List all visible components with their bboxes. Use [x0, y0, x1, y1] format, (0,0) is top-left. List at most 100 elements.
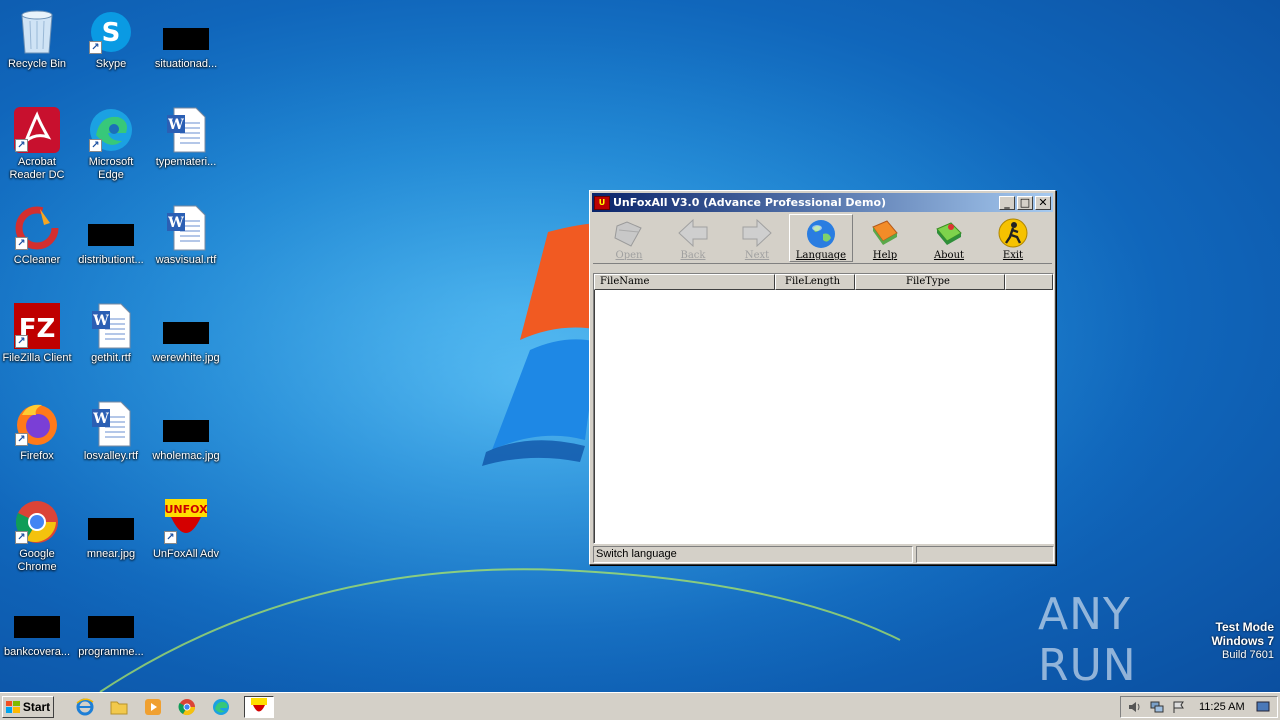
close-button[interactable]: ✕ [1035, 195, 1051, 210]
edge-icon: ↗ [87, 106, 135, 154]
folder-icon[interactable] [108, 696, 130, 718]
network-icon[interactable] [1149, 700, 1165, 714]
desktop-icon-recycle-bin[interactable]: Recycle Bin [0, 4, 74, 94]
column-header-filename[interactable]: FileName [594, 274, 775, 290]
desktop-icon-label: werewhite.jpg [152, 352, 220, 364]
desktop-icon-wasvisual[interactable]: W wasvisual.rtf [149, 200, 223, 290]
acrobat-icon: ↗ [13, 106, 61, 154]
exit-button[interactable]: Exit [981, 214, 1045, 262]
shortcut-arrow-icon: ↗ [89, 41, 102, 54]
desktop-icon-label: gethit.rtf [91, 352, 131, 364]
desktop-icon-unfoxall[interactable]: UNFOX ↗ UnFoxAll Adv [149, 494, 223, 584]
desktop-icon-losvalley[interactable]: W losvalley.rtf [74, 396, 148, 486]
toolbar: Open Back Next Language Help About Exit [593, 214, 1052, 264]
unfox-icon: UNFOX ↗ [162, 498, 210, 546]
desktop-icon-label: FileZilla Client [2, 352, 72, 364]
start-button[interactable]: Start [2, 695, 54, 718]
show-desktop-icon[interactable] [1255, 700, 1271, 714]
help-label: Help [872, 250, 898, 261]
speaker-icon[interactable] [1127, 700, 1143, 714]
windows-watermark: Test Mode Windows 7 Build 7601 [1211, 620, 1274, 662]
file-list[interactable]: FileName FileLength FileType [593, 273, 1054, 544]
image-thumbnail-icon [162, 8, 210, 56]
watermark-line3: Build 7601 [1222, 649, 1274, 661]
desktop-icon-distributiont[interactable]: distributiont... [74, 200, 148, 290]
desktop-icon-firefox[interactable]: ↗ Firefox [0, 396, 74, 486]
internet-explorer-icon[interactable] [74, 696, 96, 718]
language-button[interactable]: Language [789, 214, 853, 262]
open-folder-icon [611, 216, 647, 250]
image-thumbnail-icon [162, 400, 210, 448]
desktop-icon-acrobat[interactable]: ↗ Acrobat Reader DC [0, 102, 74, 192]
chrome-icon: ↗ [13, 498, 61, 546]
globe-icon [803, 217, 839, 250]
shortcut-arrow-icon: ↗ [15, 237, 28, 250]
desktop-icon-ccleaner[interactable]: ↗ CCleaner [0, 200, 74, 290]
about-label: About [933, 250, 965, 261]
next-label: Next [744, 250, 770, 261]
media-player-icon[interactable] [142, 696, 164, 718]
back-button[interactable]: Back [661, 214, 725, 262]
system-tray: 11:25 AM [1120, 696, 1278, 718]
clock[interactable]: 11:25 AM [1199, 701, 1245, 713]
shortcut-arrow-icon: ↗ [15, 335, 28, 348]
shortcut-arrow-icon: ↗ [15, 531, 28, 544]
anyrun-brand: ANY RUN [1038, 589, 1137, 691]
ccleaner-icon: ↗ [13, 204, 61, 252]
about-button[interactable]: About [917, 214, 981, 262]
desktop-icon-label: Google Chrome [17, 548, 57, 573]
word-document-icon: W [162, 106, 210, 154]
shortcut-arrow-icon: ↗ [164, 531, 177, 544]
desktop-icon-label: programme... [78, 646, 144, 658]
word-document-icon: W [87, 400, 135, 448]
desktop-icon-gethit[interactable]: W gethit.rtf [74, 298, 148, 388]
desktop-icon-label: mnear.jpg [86, 548, 136, 560]
desktop-icon-mnear[interactable]: mnear.jpg [74, 494, 148, 584]
back-label: Back [680, 250, 706, 261]
desktop-icon-werewhite[interactable]: werewhite.jpg [149, 298, 223, 388]
shortcut-arrow-icon: ↗ [15, 139, 28, 152]
image-thumbnail-icon [13, 596, 61, 644]
window-titlebar[interactable]: U UnFoxAll V3.0 (Advance Professional De… [592, 193, 1053, 212]
desktop-icon-filezilla[interactable]: FZ ↗ FileZilla Client [0, 298, 74, 388]
filezilla-icon: FZ ↗ [13, 302, 61, 350]
desktop-icon-skype[interactable]: S ↗ Skype [74, 4, 148, 94]
window-title: UnFoxAll V3.0 (Advance Professional Demo… [613, 196, 887, 209]
svg-text:W: W [92, 313, 109, 329]
svg-text:W: W [167, 117, 184, 133]
desktop-icon-label: losvalley.rtf [83, 450, 139, 462]
desktop-icon-label: bankcovera... [3, 646, 71, 658]
status-message: Switch language [593, 546, 913, 563]
desktop-icon-label: Recycle Bin [7, 58, 67, 70]
minimize-button[interactable]: _ [999, 195, 1015, 210]
exit-label: Exit [1002, 250, 1024, 261]
desktop-icon-chrome[interactable]: ↗ Google Chrome [0, 494, 74, 584]
chrome-taskbar-icon[interactable] [176, 696, 198, 718]
column-header-filelength[interactable]: FileLength [775, 274, 855, 290]
desktop-icon-wholemac[interactable]: wholemac.jpg [149, 396, 223, 486]
column-header-filler [1005, 274, 1053, 290]
open-label: Open [615, 250, 643, 261]
word-document-icon: W [87, 302, 135, 350]
edge-taskbar-icon[interactable] [210, 696, 232, 718]
next-button[interactable]: Next [725, 214, 789, 262]
desktop-icon-situationad[interactable]: situationad... [149, 4, 223, 94]
help-button[interactable]: Help [853, 214, 917, 262]
svg-text:UNFOX: UNFOX [164, 503, 208, 516]
taskbar: Start 11:25 AM [0, 692, 1280, 720]
column-header-filetype[interactable]: FileType [855, 274, 1005, 290]
desktop-icon-edge[interactable]: ↗ Microsoft Edge [74, 102, 148, 192]
desktop-icon-typemateri[interactable]: W typemateri... [149, 102, 223, 192]
shortcut-arrow-icon: ↗ [89, 139, 102, 152]
open-button[interactable]: Open [597, 214, 661, 262]
skype-icon: S ↗ [87, 8, 135, 56]
unfox-taskbar-button[interactable] [244, 695, 274, 718]
image-thumbnail-icon [87, 596, 135, 644]
desktop-icon-label: wasvisual.rtf [155, 254, 217, 266]
desktop-icon-programme[interactable]: programme... [74, 592, 148, 682]
desktop-icon-label: typemateri... [155, 156, 217, 168]
action-center-flag-icon[interactable] [1171, 700, 1187, 714]
maximize-button[interactable]: □ [1017, 195, 1033, 210]
word-document-icon: W [162, 204, 210, 252]
desktop-icon-bankcovera[interactable]: bankcovera... [0, 592, 74, 682]
